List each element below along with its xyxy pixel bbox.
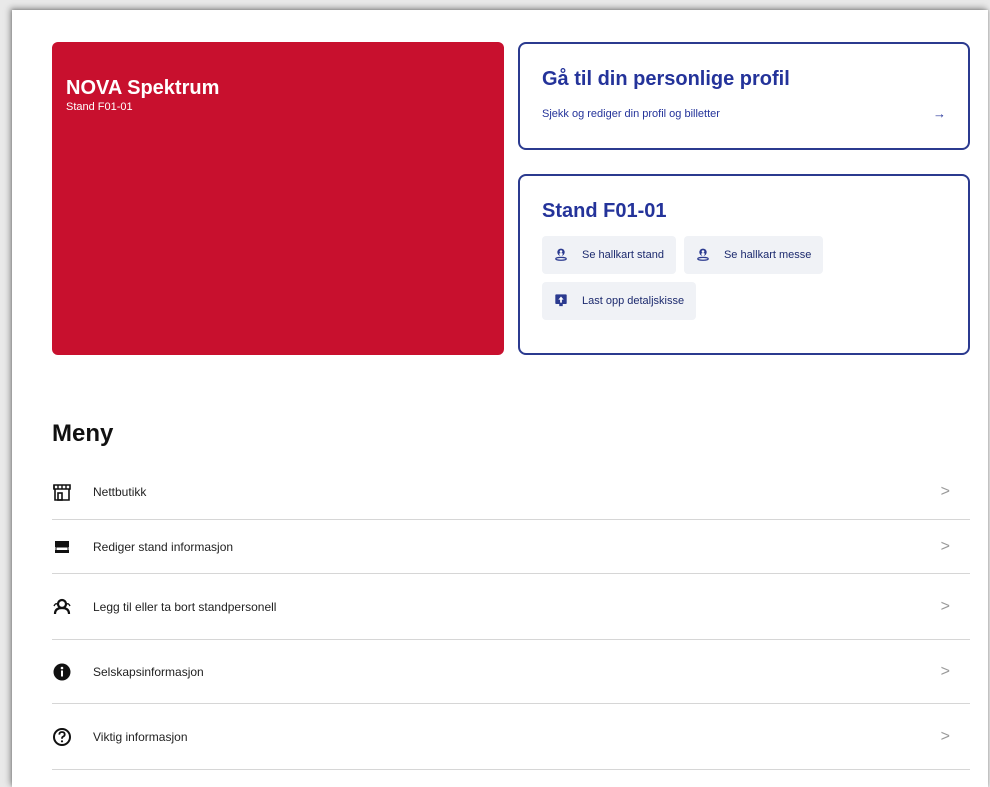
upload-icon bbox=[554, 293, 568, 310]
chevron-right-icon: > bbox=[940, 483, 950, 500]
store-icon bbox=[52, 482, 72, 502]
hallkart-stand-label: Se hallkart stand bbox=[582, 249, 664, 261]
menu-item-rediger-stand[interactable]: Rediger stand informasjon > bbox=[52, 520, 970, 574]
profile-card-description: Sjekk og rediger din profil og billetter bbox=[542, 107, 720, 120]
exhibitor-stand: Stand F01-01 bbox=[66, 101, 133, 113]
map-pin-person-icon bbox=[696, 247, 710, 264]
menu-item-label: Rediger stand informasjon bbox=[93, 539, 234, 554]
stand-icon bbox=[52, 537, 72, 557]
menu-item-nettbutikk[interactable]: Nettbutikk > bbox=[52, 465, 970, 520]
hallkart-messe-button[interactable]: Se hallkart messe bbox=[683, 236, 824, 274]
info-icon bbox=[52, 662, 72, 682]
hallkart-messe-label: Se hallkart messe bbox=[723, 249, 812, 261]
exhibitor-hero-card: NOVA Spektrum Stand F01-01 bbox=[52, 42, 504, 355]
chevron-right-icon: > bbox=[940, 597, 950, 615]
arrow-right-icon: → bbox=[933, 106, 946, 121]
menu-item-standpersonell[interactable]: Legg til eller ta bort standpersonell > bbox=[52, 574, 970, 640]
stand-card-title: Stand F01-01 bbox=[542, 200, 667, 222]
menu-item-viktig-informasjon[interactable]: Viktig informasjon > bbox=[52, 704, 970, 770]
help-icon bbox=[52, 727, 72, 747]
upload-sketch-label: Last opp detaljskisse bbox=[582, 295, 685, 307]
exhibitor-name: NOVA Spektrum bbox=[66, 77, 220, 99]
profile-card-title: Gå til din personlige profil bbox=[542, 68, 790, 90]
map-pin-person-icon bbox=[554, 247, 568, 264]
menu-title: Meny bbox=[52, 420, 114, 447]
menu-list: Nettbutikk > Rediger stand informasjon >… bbox=[52, 465, 970, 770]
menu-item-selskapsinformasjon[interactable]: Selskapsinformasjon > bbox=[52, 640, 970, 704]
upload-sketch-button[interactable]: Last opp detaljskisse bbox=[542, 282, 697, 320]
menu-item-label: Legg til eller ta bort standpersonell bbox=[93, 599, 277, 614]
hallkart-stand-button[interactable]: Se hallkart stand bbox=[542, 236, 676, 274]
menu-item-label: Selskapsinformasjon bbox=[93, 664, 204, 679]
chevron-right-icon: > bbox=[940, 727, 950, 745]
people-icon bbox=[52, 597, 72, 617]
personal-profile-card[interactable]: Gå til din personlige profil Sjekk og re… bbox=[518, 42, 970, 150]
chevron-right-icon: > bbox=[940, 662, 950, 680]
chevron-right-icon: > bbox=[940, 537, 950, 555]
stand-card: Stand F01-01 Se hallkart stand Se hallka… bbox=[518, 174, 970, 355]
menu-item-label: Viktig informasjon bbox=[93, 729, 188, 744]
menu-item-label: Nettbutikk bbox=[93, 485, 147, 499]
